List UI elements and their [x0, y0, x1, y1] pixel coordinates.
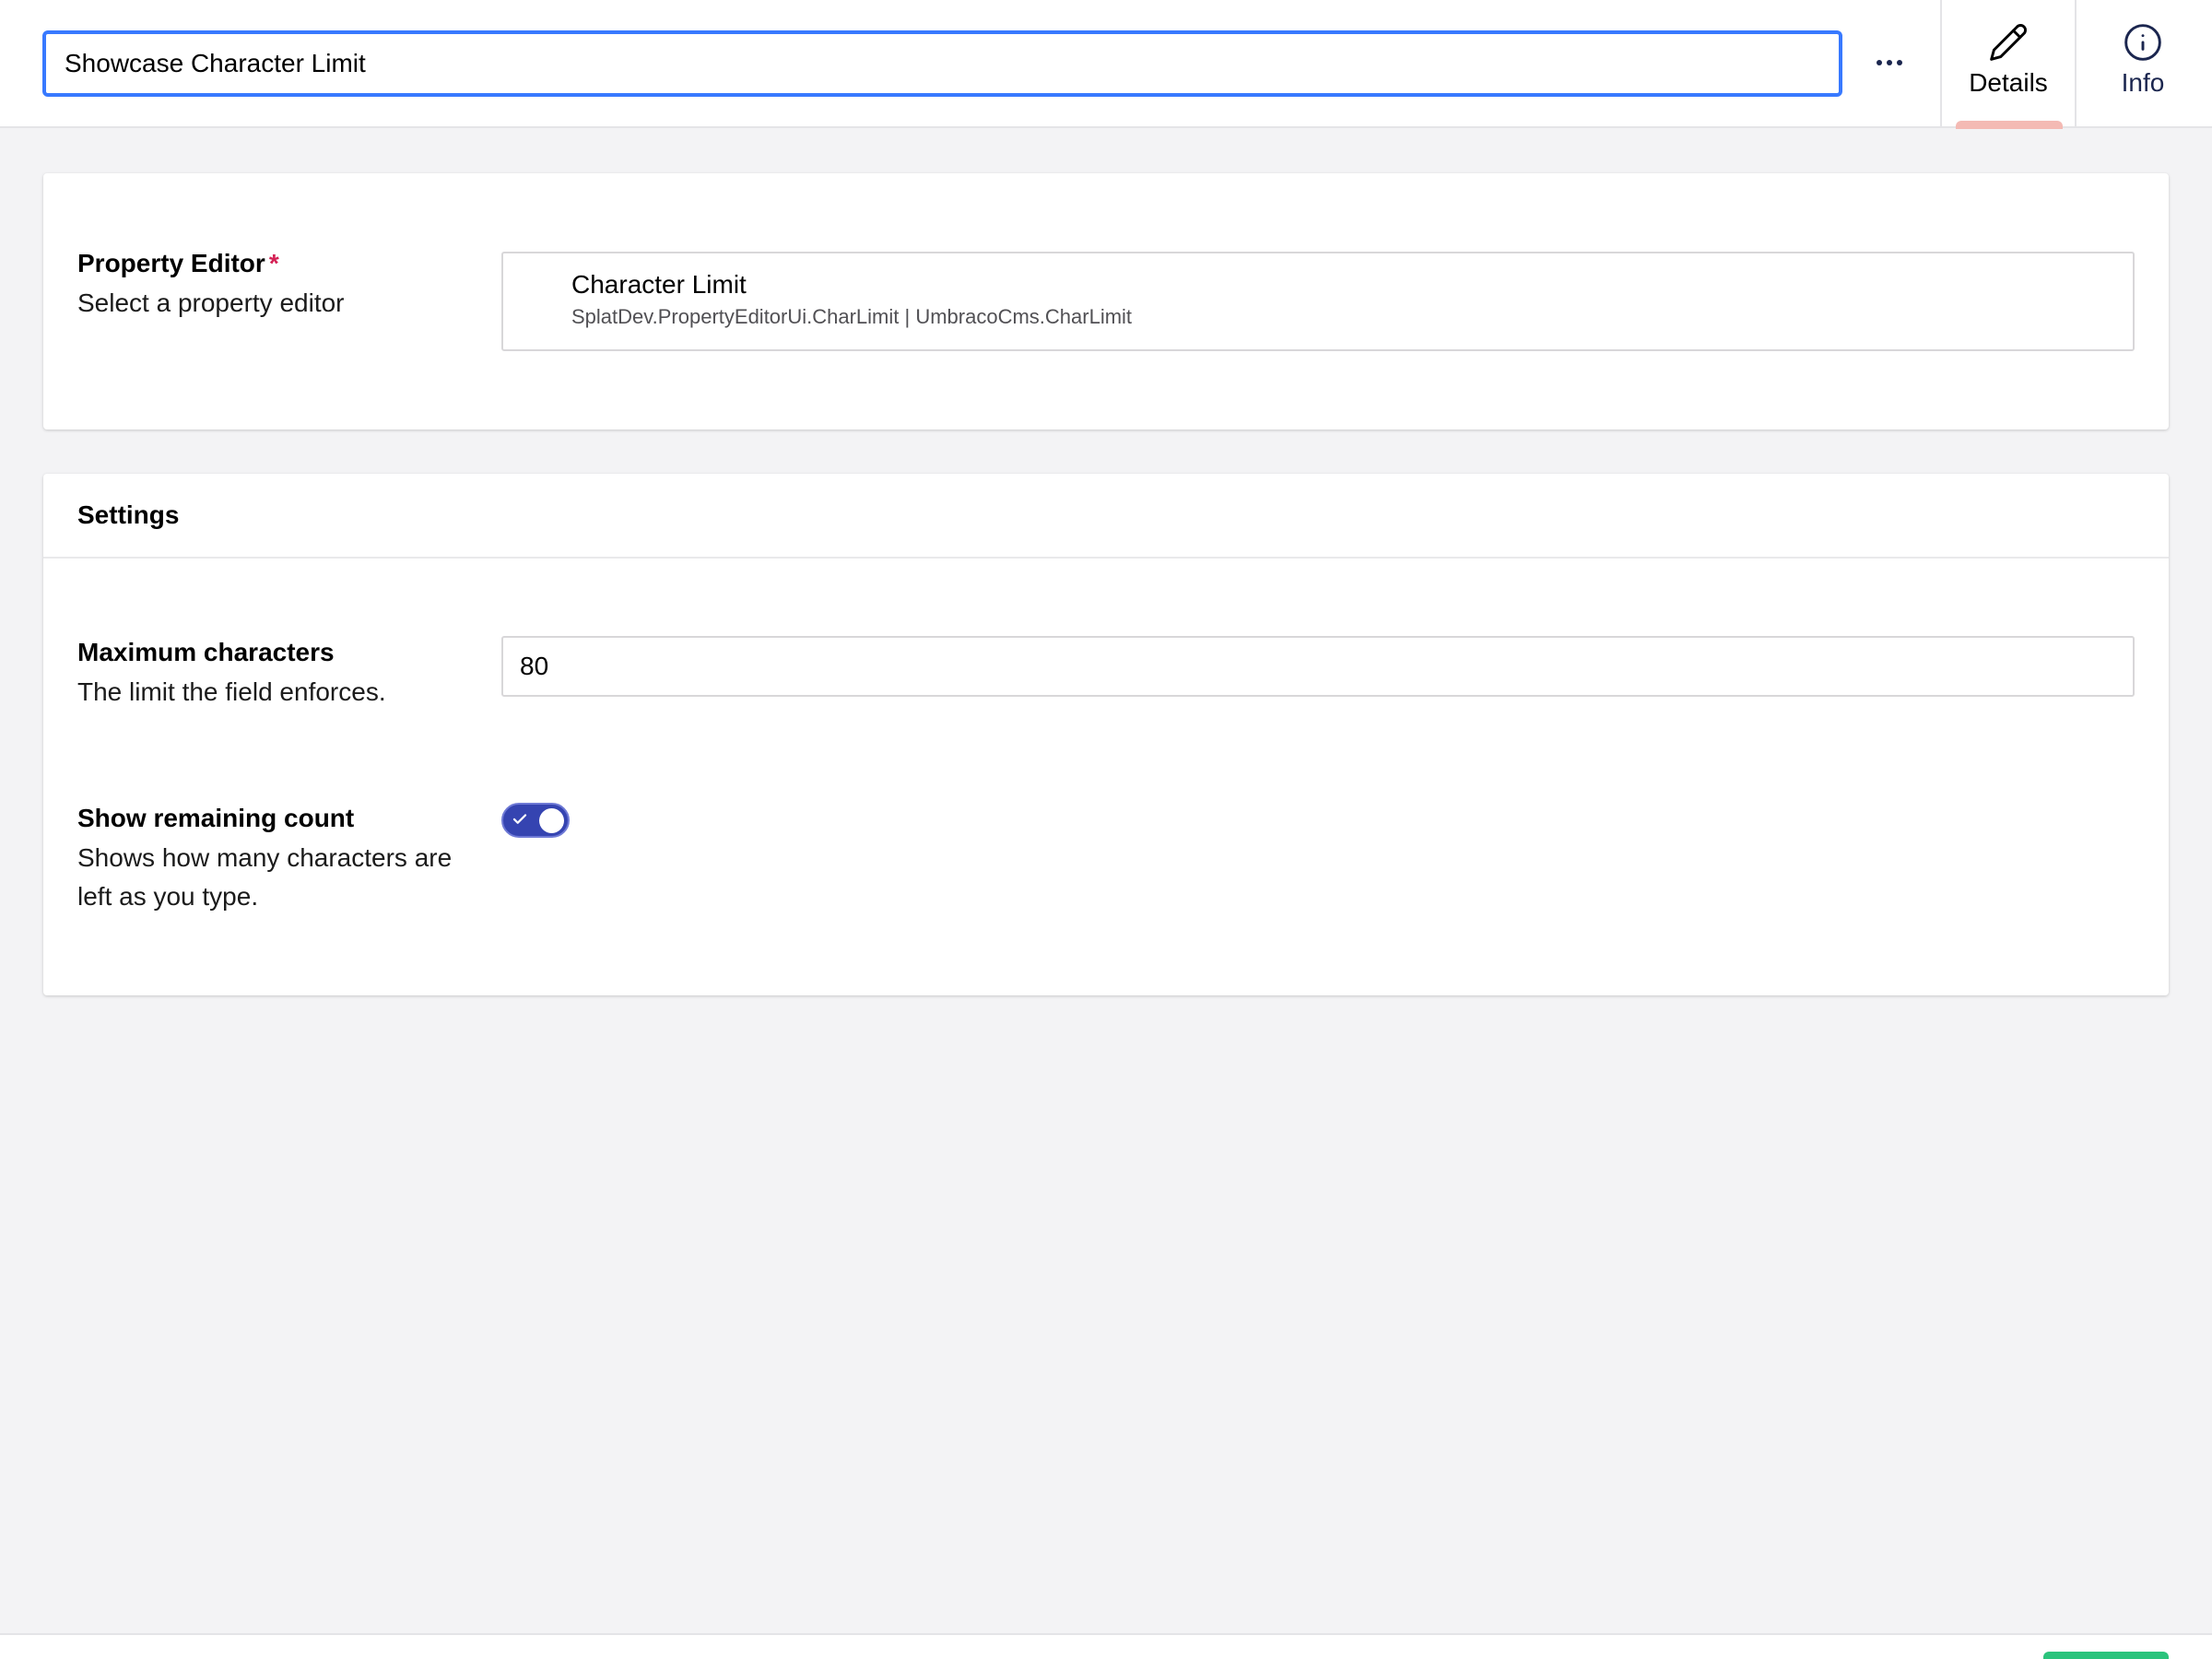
- property-editor-picker[interactable]: Character Limit SplatDev.PropertyEditorU…: [501, 252, 2135, 351]
- name-input[interactable]: [42, 30, 1842, 97]
- property-editor-description: Select a property editor: [77, 288, 345, 317]
- max-chars-description: The limit the field enforces.: [77, 677, 386, 706]
- max-chars-label: Maximum characters: [77, 638, 335, 666]
- show-remaining-description: Shows how many characters are left as yo…: [77, 843, 453, 911]
- show-remaining-toggle[interactable]: [501, 803, 570, 838]
- property-editor-label-text: Property Editor: [77, 249, 265, 277]
- save-button[interactable]: [2043, 1652, 2169, 1659]
- tab-details[interactable]: Details: [1940, 0, 2075, 129]
- info-icon: [2124, 24, 2161, 61]
- settings-title: Settings: [77, 500, 180, 529]
- tab-details-label: Details: [1969, 68, 2048, 97]
- dot: [1897, 60, 1902, 65]
- workspace-footer: [0, 1633, 2212, 1659]
- settings-card: Settings Maximum characters The limit th…: [43, 474, 2169, 995]
- property-editor-label: Property Editor *: [77, 249, 279, 278]
- settings-header: Settings: [43, 474, 2169, 559]
- toggle-knob: [539, 808, 564, 833]
- editor-alias: SplatDev.PropertyEditorUi.CharLimit | Um…: [571, 305, 1133, 328]
- property-editor-card: Property Editor * Select a property edito…: [43, 173, 2169, 429]
- check-icon: [512, 814, 527, 824]
- dot: [1887, 60, 1892, 65]
- active-tab-indicator: [1956, 121, 2063, 129]
- workspace-header: Details Info: [0, 0, 2212, 129]
- show-remaining-label: Show remaining count: [77, 804, 355, 832]
- tab-info[interactable]: Info: [2075, 0, 2209, 128]
- max-chars-input[interactable]: [501, 636, 2135, 697]
- dot: [1877, 60, 1882, 65]
- editor-name: Character Limit: [571, 270, 747, 299]
- required-marker: *: [268, 249, 279, 277]
- pencil-icon: [1990, 24, 2027, 61]
- tab-info-label: Info: [2121, 68, 2165, 97]
- more-actions-button[interactable]: [1864, 41, 1915, 85]
